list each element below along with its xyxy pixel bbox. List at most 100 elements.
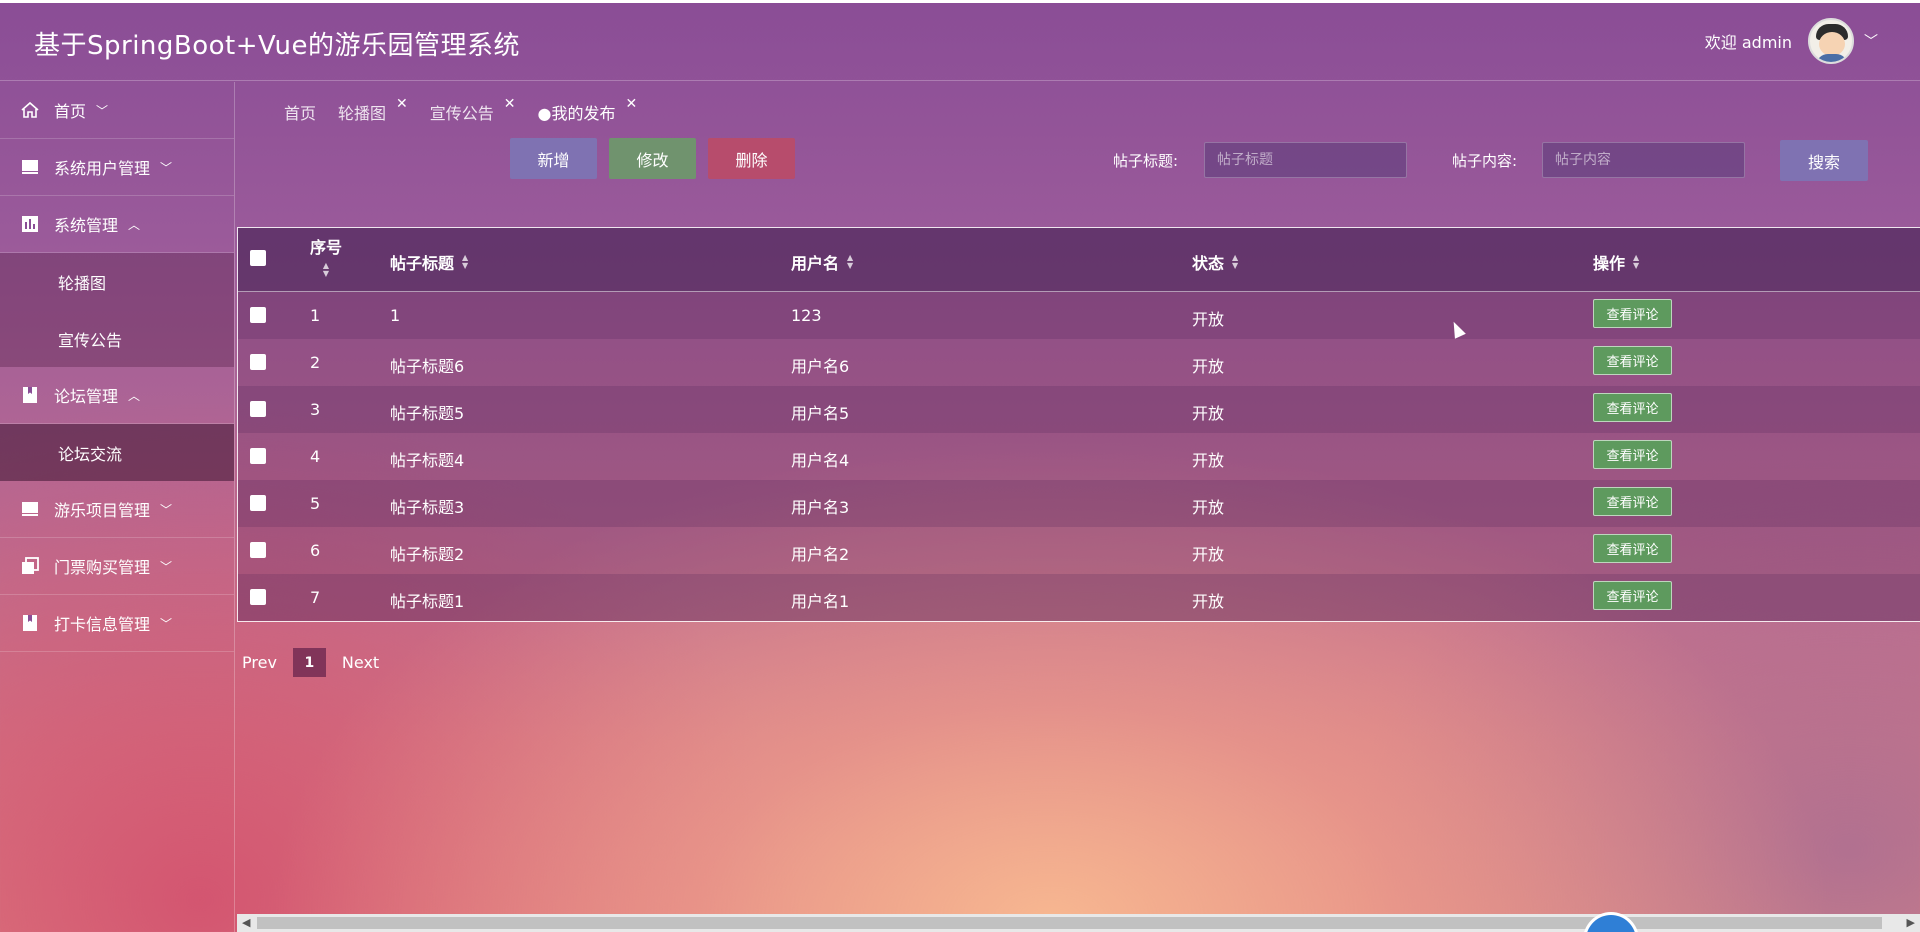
sort-icon[interactable]: ▲ ▼ xyxy=(462,254,468,270)
sidebar-subitem-carousel[interactable]: 轮播图 xyxy=(0,253,234,310)
search-button[interactable]: 搜索 xyxy=(1780,140,1868,181)
view-comments-button[interactable]: 查看评论 xyxy=(1593,581,1672,610)
scroll-left-icon[interactable]: ◀ xyxy=(242,916,250,929)
sidebar-item-ticket-management[interactable]: 门票购买管理 ﹀ xyxy=(0,538,234,595)
cell-title: 1 xyxy=(390,306,401,325)
welcome-text: 欢迎 admin xyxy=(1704,33,1792,52)
sidebar-subitem-announcement[interactable]: 宣传公告 xyxy=(0,310,234,367)
cell-no: 7 xyxy=(310,588,321,607)
sidebar-item-home[interactable]: 首页 ﹀ xyxy=(0,82,234,139)
column-header-user[interactable]: 用户名 ▲ ▼ xyxy=(791,250,853,274)
edit-button[interactable]: 修改 xyxy=(609,138,696,179)
sidebar-item-label: 系统用户管理 xyxy=(54,159,151,178)
current-page[interactable]: 1 xyxy=(292,648,326,677)
cell-title: 帖子标题1 xyxy=(390,592,465,611)
sort-icon[interactable]: ▲ ▼ xyxy=(1633,254,1639,270)
cell-user: 用户名6 xyxy=(791,357,850,376)
close-icon[interactable]: ✕ xyxy=(396,96,408,112)
column-header-action[interactable]: 操作 ▲ ▼ xyxy=(1593,250,1639,274)
row-checkbox[interactable] xyxy=(250,401,266,417)
next-page-link[interactable]: Next xyxy=(342,653,379,672)
select-all-checkbox[interactable] xyxy=(250,250,266,266)
view-comments-button[interactable]: 查看评论 xyxy=(1593,346,1672,375)
tab-announcement[interactable]: 宣传公告 ✕ xyxy=(429,96,516,126)
cell-title: 帖子标题6 xyxy=(390,357,465,376)
user-menu[interactable]: 欢迎 admin ﹀ xyxy=(1705,17,1878,65)
sidebar-item-checkin-management[interactable]: 打卡信息管理 ﹀ xyxy=(0,595,234,652)
header: 基于SpringBoot+Vue的游乐园管理系统 欢迎 admin ﹀ xyxy=(0,3,1920,81)
column-label: 帖子标题 xyxy=(390,254,455,273)
chart-icon xyxy=(20,214,40,234)
chevron-down-icon: ﹀ xyxy=(160,559,173,574)
cell-status: 开放 xyxy=(1192,545,1225,564)
scroll-right-icon[interactable]: ▶ xyxy=(1907,916,1915,929)
row-checkbox[interactable] xyxy=(250,354,266,370)
cell-user: 用户名2 xyxy=(791,545,850,564)
sidebar-item-label: 首页 xyxy=(54,102,87,121)
sidebar-subitem-forum[interactable]: 论坛交流 xyxy=(0,424,234,481)
cell-status: 开放 xyxy=(1192,357,1225,376)
chevron-down-icon[interactable]: ﹀ xyxy=(1864,31,1878,51)
row-checkbox[interactable] xyxy=(250,448,266,464)
chevron-down-icon: ﹀ xyxy=(160,616,173,631)
cell-user: 123 xyxy=(791,306,822,325)
add-button[interactable]: 新增 xyxy=(510,138,597,179)
cell-title: 帖子标题3 xyxy=(390,498,465,517)
close-icon[interactable]: ✕ xyxy=(504,96,516,112)
cell-no: 2 xyxy=(310,353,321,372)
sort-icon[interactable]: ▲ ▼ xyxy=(847,254,853,270)
table-row: 2 帖子标题6 用户名6 开放 查看评论 xyxy=(238,339,1920,386)
column-label: 用户名 xyxy=(791,254,840,273)
post-content-label: 帖子内容: xyxy=(1452,152,1518,170)
sort-icon[interactable]: ▲ ▼ xyxy=(1232,254,1238,270)
home-icon xyxy=(20,100,40,120)
column-header-status[interactable]: 状态 ▲ ▼ xyxy=(1192,250,1238,274)
post-title-input[interactable] xyxy=(1204,142,1407,178)
view-comments-button[interactable]: 查看评论 xyxy=(1593,393,1672,422)
chevron-up-icon: ︿ xyxy=(128,217,141,232)
tab-label: ●我的发布 xyxy=(537,104,616,123)
tab-my-posts[interactable]: ●我的发布 ✕ xyxy=(537,96,638,126)
row-checkbox[interactable] xyxy=(250,495,266,511)
posts-table: 序号 ▲ ▼ 帖子标题 ▲ ▼ 用户名 ▲ ▼ 状态 ▲ ▼ 操作 ▲ ▼ 1 1 123… xyxy=(237,227,1920,622)
sort-icon[interactable]: ▲ ▼ xyxy=(323,262,329,278)
tab-bar: 首页 轮播图 ✕ 宣传公告 ✕ ●我的发布 ✕ xyxy=(284,96,659,126)
cell-status: 开放 xyxy=(1192,310,1225,329)
row-checkbox[interactable] xyxy=(250,589,266,605)
column-label: 操作 xyxy=(1593,254,1626,273)
tab-home[interactable]: 首页 xyxy=(284,100,316,126)
avatar[interactable] xyxy=(1808,18,1854,64)
view-comments-button[interactable]: 查看评论 xyxy=(1593,534,1672,563)
monitor-icon xyxy=(20,157,40,177)
table-row: 3 帖子标题5 用户名5 开放 查看评论 xyxy=(238,386,1920,433)
table-row: 6 帖子标题2 用户名2 开放 查看评论 xyxy=(238,527,1920,574)
view-comments-button[interactable]: 查看评论 xyxy=(1593,487,1672,516)
cell-status: 开放 xyxy=(1192,404,1225,423)
close-icon[interactable]: ✕ xyxy=(625,96,637,112)
prev-page-link[interactable]: Prev xyxy=(242,653,277,672)
row-checkbox[interactable] xyxy=(250,542,266,558)
row-checkbox[interactable] xyxy=(250,307,266,323)
table-row: 4 帖子标题4 用户名4 开放 查看评论 xyxy=(238,433,1920,480)
column-label: 序号 xyxy=(310,238,343,257)
horizontal-scrollbar[interactable]: ◀ ▶ xyxy=(237,914,1920,932)
scrollbar-thumb[interactable] xyxy=(257,917,1882,929)
sidebar-item-rides-management[interactable]: 游乐项目管理 ﹀ xyxy=(0,481,234,538)
cell-user: 用户名3 xyxy=(791,498,850,517)
post-content-input[interactable] xyxy=(1542,142,1745,178)
chevron-up-icon: ︿ xyxy=(128,388,141,403)
tab-label: 宣传公告 xyxy=(429,104,494,123)
sidebar-item-system-management[interactable]: 系统管理 ︿ xyxy=(0,196,234,253)
sidebar-item-system-users[interactable]: 系统用户管理 ﹀ xyxy=(0,139,234,196)
delete-button[interactable]: 删除 xyxy=(708,138,795,179)
column-header-no[interactable]: 序号 ▲ ▼ xyxy=(310,234,342,278)
view-comments-button[interactable]: 查看评论 xyxy=(1593,299,1672,328)
app-title: 基于SpringBoot+Vue的游乐园管理系统 xyxy=(34,31,521,61)
column-header-title[interactable]: 帖子标题 ▲ ▼ xyxy=(390,250,468,274)
cell-no: 4 xyxy=(310,447,321,466)
table-body: 1 1 123 开放 查看评论 2 帖子标题6 用户名6 开放 查看评论 3 帖… xyxy=(238,292,1920,621)
sidebar-item-forum-management[interactable]: 论坛管理 ︿ xyxy=(0,367,234,424)
view-comments-button[interactable]: 查看评论 xyxy=(1593,440,1672,469)
tab-carousel[interactable]: 轮播图 ✕ xyxy=(338,96,408,126)
table-row: 5 帖子标题3 用户名3 开放 查看评论 xyxy=(238,480,1920,527)
